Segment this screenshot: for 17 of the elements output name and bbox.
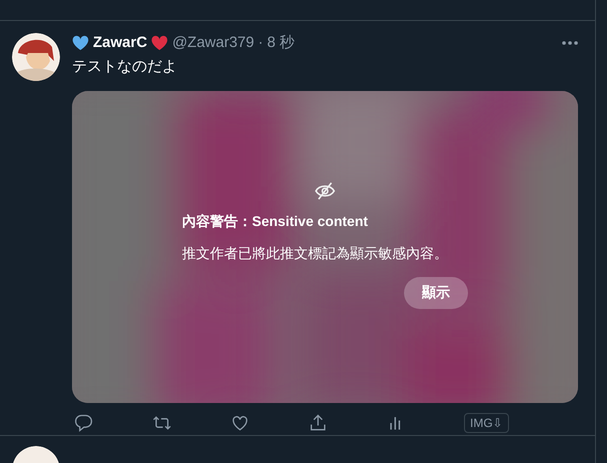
- image-download-button[interactable]: IMG⇩: [464, 413, 509, 433]
- more-icon[interactable]: [561, 41, 579, 45]
- share-icon[interactable]: [308, 413, 328, 433]
- reply-icon[interactable]: [74, 413, 94, 433]
- timestamp[interactable]: 8 秒: [267, 33, 295, 53]
- eye-slash-icon: [314, 181, 336, 201]
- warning-title: 內容警告：Sensitive content: [182, 213, 369, 231]
- show-button[interactable]: 顯示: [404, 277, 468, 309]
- warning-text: 推文作者已將此推文標記為顯示敏感內容。: [182, 245, 449, 263]
- author-handle[interactable]: @Zawar379: [172, 33, 254, 53]
- avatar[interactable]: [12, 33, 60, 81]
- separator: ·: [258, 33, 264, 53]
- heart-icon: [151, 35, 168, 51]
- heart-icon: [72, 35, 89, 51]
- author-name[interactable]: ZawarC: [93, 33, 148, 53]
- heart-icon[interactable]: [230, 413, 250, 433]
- tweet-text: テストなのだよ: [72, 57, 178, 77]
